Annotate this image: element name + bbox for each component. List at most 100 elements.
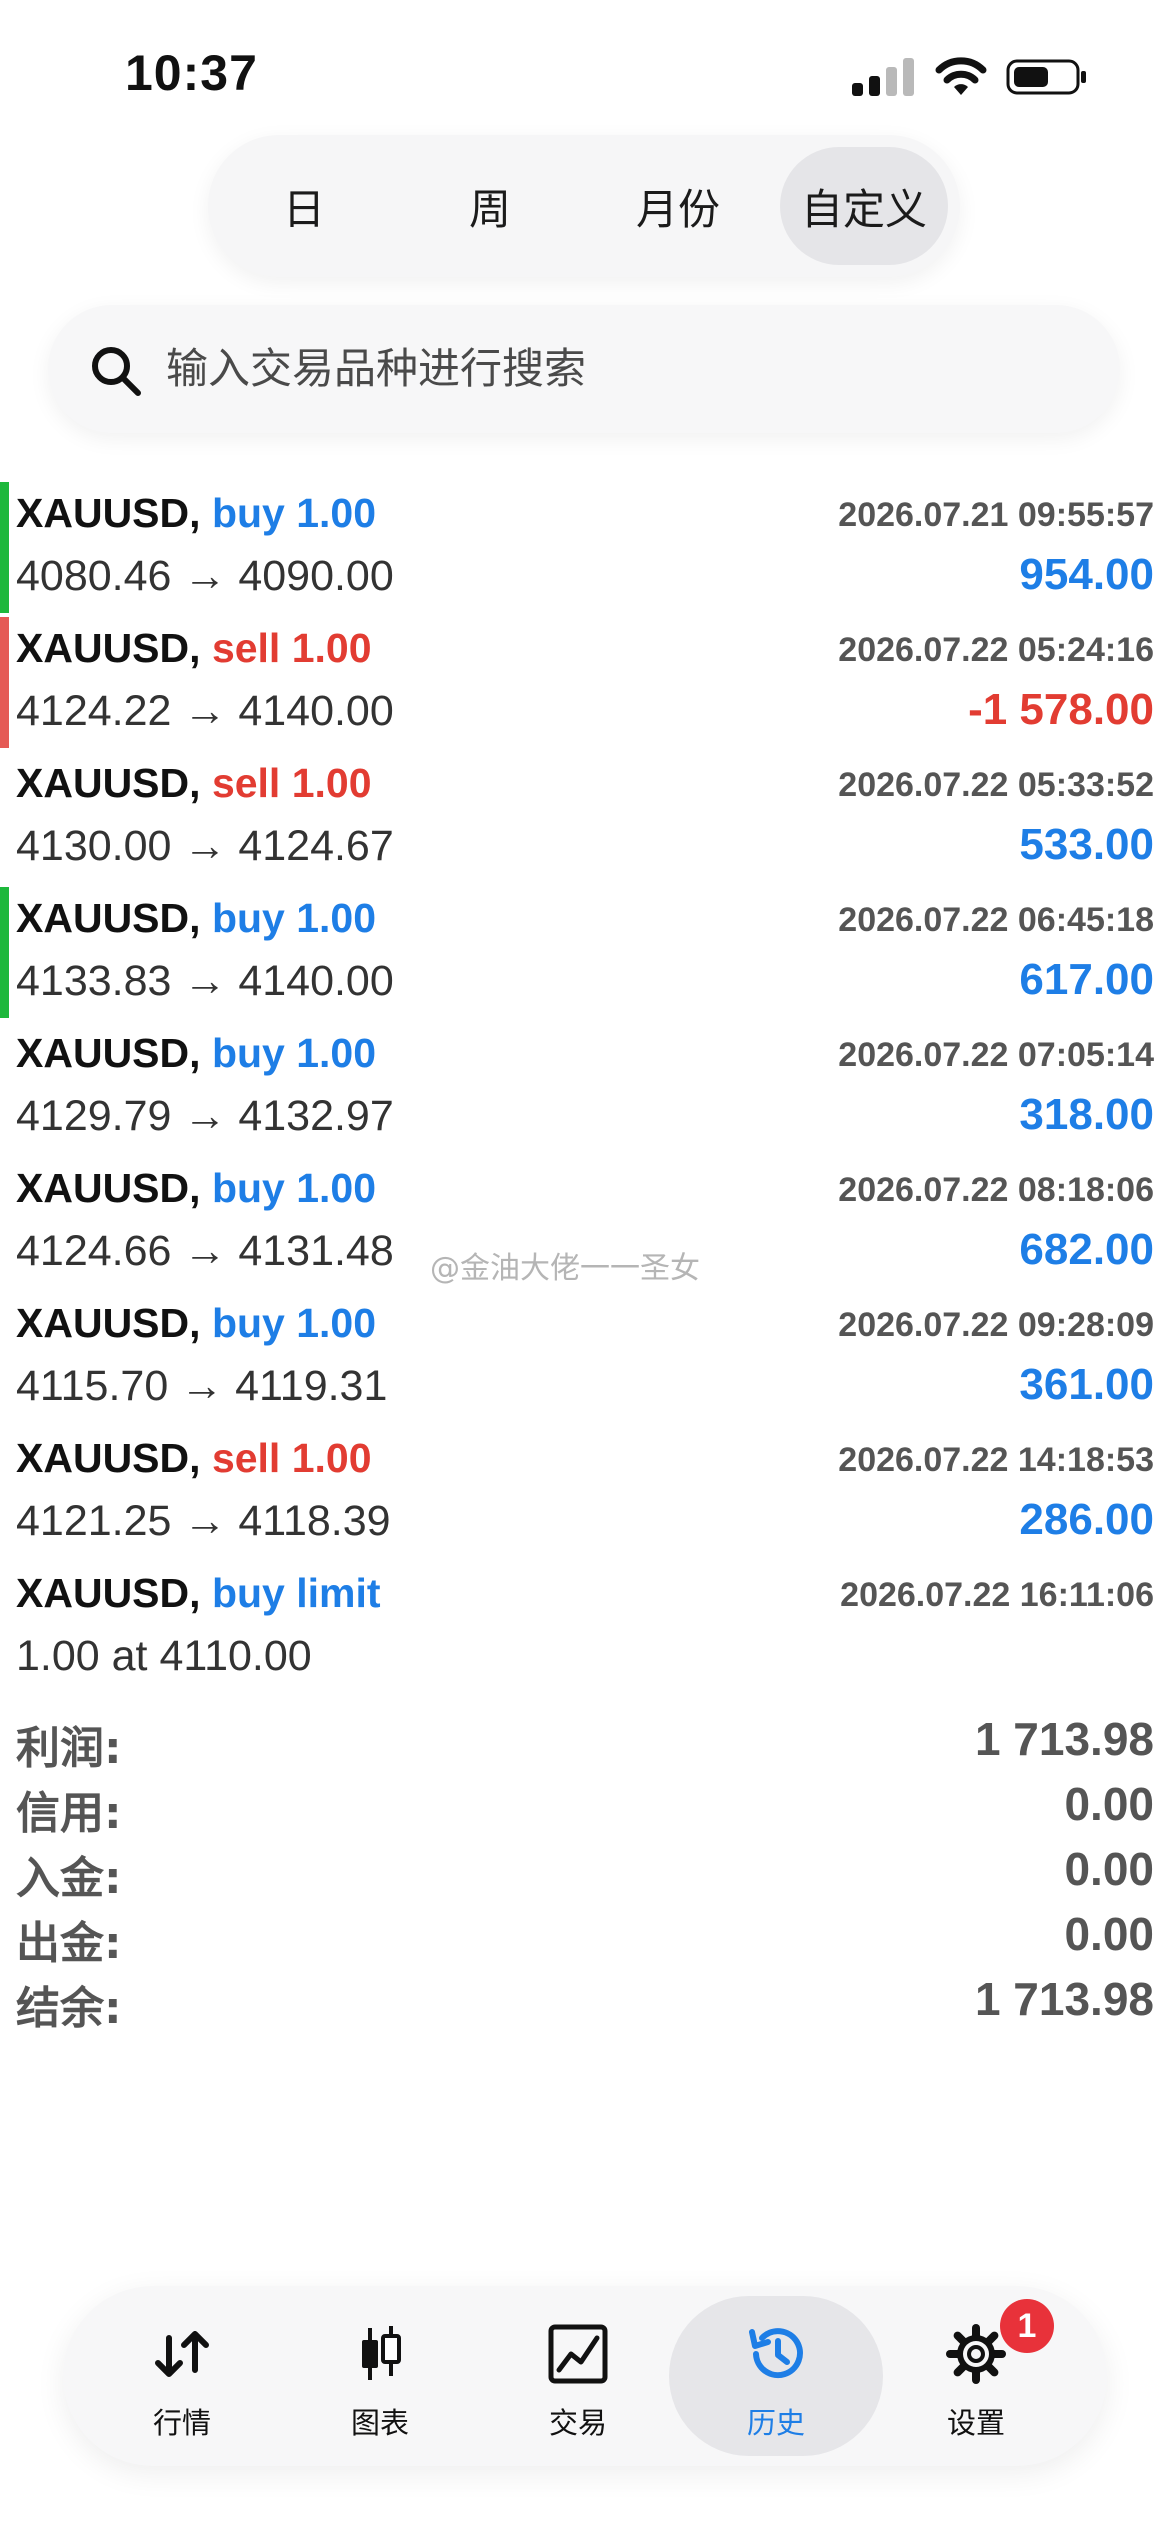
- summary-label: 结余:: [16, 1983, 122, 2034]
- search-icon: [92, 347, 141, 396]
- deal-symbol: XAUUSD,: [16, 490, 201, 536]
- tab-history[interactable]: 历史: [669, 2296, 883, 2456]
- deal-prices: 4124.66 → 4131.48: [16, 1227, 394, 1275]
- deal-prices: 4121.25 → 4118.39: [16, 1497, 391, 1545]
- deal-type: buy 1.00: [211, 490, 377, 536]
- watermark: @金油大佬一一圣女: [430, 1251, 700, 1286]
- summary-value: 1 713.98: [974, 1973, 1154, 2025]
- deal-datetime: 2026.07.22 16:11:06: [840, 1576, 1154, 1614]
- period-tab-day[interactable]: 日: [220, 147, 388, 265]
- deal-row[interactable]: XAUUSD, sell 1.00 2026.07.22 05:33:52 4130…: [0, 750, 1170, 885]
- deal-symbol: XAUUSD,: [16, 895, 201, 941]
- deal-profit: 286.00: [1019, 1495, 1154, 1544]
- history-clock-icon: [749, 2328, 803, 2379]
- tab-label: 历史: [746, 2406, 805, 2440]
- summary-label: 出金:: [16, 1918, 122, 1969]
- deal-datetime: 2026.07.22 09:28:09: [838, 1306, 1154, 1344]
- deal-type: buy 1.00: [211, 895, 377, 941]
- summary-row: 结余: 1 713.98: [0, 1968, 1170, 2034]
- summary-label: 入金:: [16, 1853, 122, 1904]
- deal-profit: 533.00: [1019, 820, 1154, 869]
- bottom-tab-bar: 行情 图表 交易 历史 设置: [63, 2286, 1107, 2466]
- summary-row: 入金: 0.00: [0, 1838, 1170, 1904]
- deal-profit: 954.00: [1019, 550, 1154, 599]
- status-time: 10:37: [125, 45, 258, 101]
- deal-datetime: 2026.07.22 14:18:53: [838, 1441, 1154, 1479]
- wifi-icon: [935, 57, 987, 95]
- tab-trade[interactable]: 交易: [471, 2296, 685, 2456]
- deal-type: sell 1.00: [211, 625, 372, 671]
- deal-datetime: 2026.07.22 08:18:06: [838, 1171, 1154, 1209]
- deal-prices: 1.00 at 4110.00: [16, 1632, 312, 1680]
- deal-symbol-line: XAUUSD, sell 1.00: [16, 625, 372, 672]
- battery-icon: [1006, 59, 1086, 95]
- summary-section: 利润: 1 713.98 信用: 0.00 入金: 0.00 出金: 0.00 结余: 1 713…: [0, 1708, 1170, 2034]
- deal-row[interactable]: XAUUSD, buy 1.00 2026.07.21 09:55:57 4080.…: [0, 480, 1170, 615]
- cellular-signal-icon: [852, 58, 916, 96]
- tab-quotes[interactable]: 行情: [75, 2296, 289, 2456]
- tab-label: 图表: [350, 2406, 409, 2440]
- deal-datetime: 2026.07.22 05:24:16: [838, 631, 1154, 669]
- deal-row[interactable]: XAUUSD, buy limit 2026.07.22 16:11:06 1.00…: [0, 1560, 1170, 1695]
- deal-type: buy 1.00: [211, 1300, 377, 1346]
- deal-type: sell 1.00: [211, 1435, 372, 1481]
- status-bar: 10:37: [0, 0, 1170, 150]
- tab-label: 行情: [152, 2406, 211, 2440]
- deal-indicator-bar: [0, 482, 9, 613]
- period-tab-week[interactable]: 周: [406, 147, 574, 265]
- deal-row[interactable]: XAUUSD, buy 1.00 2026.07.22 06:45:18 4133.…: [0, 885, 1170, 1020]
- deal-row[interactable]: XAUUSD, buy 1.00 2026.07.22 09:28:09 4115.…: [0, 1290, 1170, 1425]
- quotes-arrows-icon: [155, 2331, 209, 2377]
- trade-chart-icon: [548, 2324, 608, 2384]
- notification-badge: 1: [1000, 2299, 1054, 2353]
- search-input[interactable]: [166, 333, 1066, 403]
- period-tab-custom[interactable]: 自定义: [780, 147, 948, 265]
- summary-row: 信用: 0.00: [0, 1773, 1170, 1839]
- deal-symbol: XAUUSD,: [16, 760, 201, 806]
- deal-type: buy limit: [211, 1570, 381, 1616]
- deal-symbol-line: XAUUSD, buy 1.00: [16, 1165, 376, 1212]
- summary-value: 0.00: [1064, 1843, 1154, 1895]
- summary-value: 0.00: [1064, 1778, 1154, 1830]
- deal-symbol: XAUUSD,: [16, 1030, 201, 1076]
- deal-profit: 617.00: [1019, 955, 1154, 1004]
- deal-prices: 4130.00 → 4124.67: [16, 822, 394, 870]
- period-tab-month[interactable]: 月份: [594, 147, 762, 265]
- deal-symbol: XAUUSD,: [16, 1165, 201, 1211]
- tab-label: 交易: [548, 2406, 607, 2440]
- deal-symbol-line: XAUUSD, buy 1.00: [16, 1300, 376, 1347]
- summary-label: 信用:: [16, 1788, 122, 1839]
- deal-symbol: XAUUSD,: [16, 625, 201, 671]
- deal-symbol: XAUUSD,: [16, 1570, 201, 1616]
- deal-type: sell 1.00: [211, 760, 372, 806]
- deal-profit: 682.00: [1019, 1225, 1154, 1274]
- deal-symbol: XAUUSD,: [16, 1435, 201, 1481]
- deal-symbol-line: XAUUSD, buy limit: [16, 1570, 381, 1617]
- deal-type: buy 1.00: [211, 1030, 377, 1076]
- deal-symbol-line: XAUUSD, buy 1.00: [16, 490, 376, 537]
- deal-row[interactable]: XAUUSD, buy 1.00 2026.07.22 07:05:14 4129.…: [0, 1020, 1170, 1155]
- deal-row[interactable]: XAUUSD, sell 1.00 2026.07.22 05:24:16 4124…: [0, 615, 1170, 750]
- deal-prices: 4115.70 → 4119.31: [16, 1362, 388, 1410]
- summary-value: 1 713.98: [974, 1713, 1154, 1765]
- summary-value: 0.00: [1064, 1908, 1154, 1960]
- deal-symbol: XAUUSD,: [16, 1300, 201, 1346]
- deal-type: buy 1.00: [211, 1165, 377, 1211]
- deal-profit: 361.00: [1019, 1360, 1154, 1409]
- search-bar[interactable]: [48, 305, 1120, 433]
- candlestick-chart-icon: [362, 2326, 401, 2380]
- deal-symbol-line: XAUUSD, sell 1.00: [16, 1435, 372, 1482]
- summary-label: 利润:: [16, 1723, 122, 1774]
- deal-symbol-line: XAUUSD, buy 1.00: [16, 1030, 376, 1077]
- deal-datetime: 2026.07.22 07:05:14: [838, 1036, 1154, 1074]
- deal-profit: 318.00: [1019, 1090, 1154, 1139]
- deal-indicator-bar: [0, 617, 9, 748]
- deal-datetime: 2026.07.22 06:45:18: [838, 901, 1154, 939]
- deal-prices: 4080.46 → 4090.00: [16, 552, 394, 600]
- deal-prices: 4129.79 → 4132.97: [16, 1092, 394, 1140]
- tab-charts[interactable]: 图表: [273, 2296, 487, 2456]
- deal-prices: 4124.22 → 4140.00: [16, 687, 394, 735]
- settings-gear-icon: [946, 2324, 1006, 2384]
- period-selector: 日 周 月份 自定义: [208, 135, 960, 277]
- deal-row[interactable]: XAUUSD, sell 1.00 2026.07.22 14:18:53 4121…: [0, 1425, 1170, 1560]
